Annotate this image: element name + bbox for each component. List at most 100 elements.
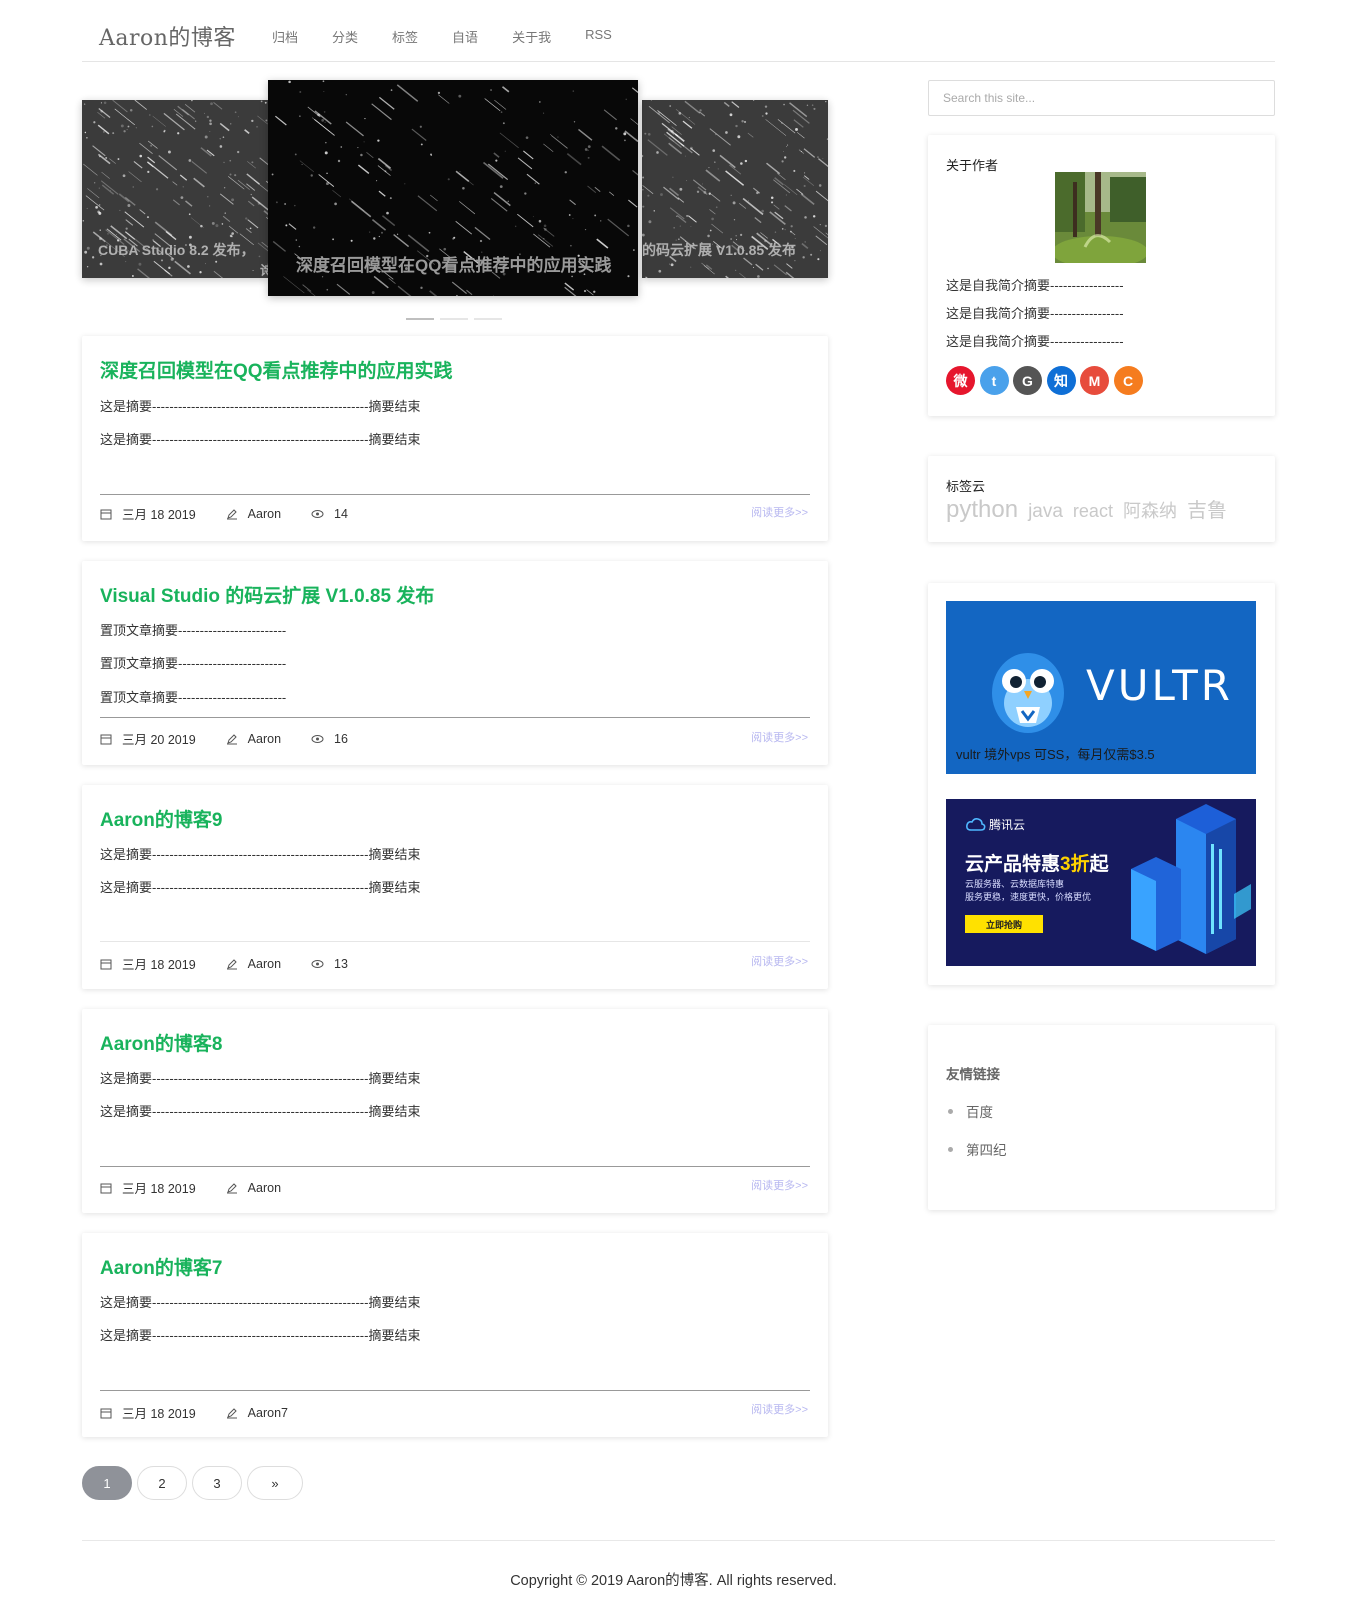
headline-suffix: 起 (1089, 854, 1109, 875)
post-title[interactable]: Visual Studio 的码云扩展 V1.0.85 发布 (100, 581, 434, 608)
author-bio-line: 这是自我简介摘要----------------- (946, 306, 1124, 321)
carousel-slide-next[interactable]: 的码云扩展 V1.0.85 发布 (642, 100, 828, 278)
carousel-dot[interactable] (440, 318, 468, 320)
tag-arsenal[interactable]: 阿森纳 (1123, 497, 1177, 523)
post-author[interactable]: Aaron (248, 507, 281, 521)
tag-python[interactable]: python (946, 496, 1018, 524)
divider (100, 494, 810, 495)
carousel-slide-active[interactable]: 深度召回模型在QQ看点推荐中的应用实践 (268, 80, 638, 296)
friend-link-quaternary[interactable]: 第四纪 (948, 1139, 1007, 1159)
site-brand[interactable]: Aaron的博客 (99, 20, 236, 52)
next-page-button[interactable]: » (247, 1466, 303, 1500)
post-author[interactable]: Aaron (248, 732, 281, 746)
main-nav: 归档 分类 标签 自语 关于我 RSS (272, 27, 646, 46)
headline-highlight: 3折 (1060, 854, 1090, 875)
page-button-2[interactable]: 2 (137, 1466, 187, 1500)
read-more-link[interactable]: 阅读更多>> (751, 1401, 808, 1417)
tag-cloud-widget: 标签云 python java react 阿森纳 吉鲁 (928, 456, 1275, 542)
page-button-3[interactable]: 3 (192, 1466, 242, 1500)
post-excerpt-line: 这是摘要------------------------------------… (100, 1295, 421, 1310)
post-author[interactable]: Aaron7 (248, 1406, 288, 1420)
author-avatar (1055, 172, 1146, 263)
eye-icon (311, 509, 324, 518)
author-bio-line: 这是自我简介摘要----------------- (946, 278, 1124, 293)
tencent-cloud-ad-banner[interactable]: 腾讯云 云产品特惠3折起 云服务器、云数据库特惠 服务更稳，速度更快，价格更优 … (946, 799, 1256, 966)
slide-caption: CUBA Studio 8.2 发布， (98, 242, 255, 258)
vultr-mascot-icon (992, 653, 1064, 733)
post-excerpt-line: 这是摘要------------------------------------… (100, 1104, 421, 1119)
csdn-icon[interactable]: C (1113, 366, 1143, 395)
vultr-ad-banner[interactable]: VULTR vultr 境外vps 可SS，每月仅需$3.5 (946, 601, 1256, 774)
post-excerpt-line: 置顶文章摘要------------------------- (100, 656, 287, 671)
post-title[interactable]: Aaron的博客7 (100, 1253, 222, 1280)
post-date: 三月 20 2019 (122, 733, 196, 747)
tag-react[interactable]: react (1073, 501, 1113, 522)
carousel-indicators (406, 318, 508, 320)
divider (100, 1390, 810, 1391)
nav-categories[interactable]: 分类 (332, 27, 358, 46)
calendar-icon (100, 959, 112, 969)
read-more-link[interactable]: 阅读更多>> (751, 1177, 808, 1193)
post-excerpt-line: 这是摘要------------------------------------… (100, 399, 421, 414)
nav-archive[interactable]: 归档 (272, 27, 298, 46)
tag-cloud: python java react 阿森纳 吉鲁 (946, 494, 1237, 524)
vultr-logo-text: VULTR (1086, 661, 1233, 710)
post-card: Aaron的博客7 这是摘要--------------------------… (82, 1233, 828, 1437)
post-title[interactable]: Aaron的博客8 (100, 1029, 222, 1056)
post-author[interactable]: Aaron (248, 1181, 281, 1195)
author-bio-line: 这是自我简介摘要----------------- (946, 334, 1124, 349)
tencent-ad-cta-button[interactable]: 立即抢购 (965, 915, 1043, 933)
gmail-icon[interactable]: M (1080, 366, 1109, 395)
nav-rss[interactable]: RSS (585, 27, 612, 46)
post-views: 13 (334, 956, 348, 971)
weibo-icon[interactable]: 微 (946, 366, 975, 395)
post-title[interactable]: 深度召回模型在QQ看点推荐中的应用实践 (100, 356, 453, 383)
pagination: 1 2 3 » (82, 1466, 308, 1500)
eye-icon (311, 959, 324, 968)
footer-divider (82, 1540, 1275, 1541)
widget-title: 标签云 (946, 479, 986, 494)
tag-giroud[interactable]: 吉鲁 (1187, 494, 1227, 523)
post-author[interactable]: Aaron (248, 957, 281, 971)
calendar-icon (100, 734, 112, 744)
widget-title: 友情链接 (946, 1067, 1000, 1082)
post-title[interactable]: Aaron的博客9 (100, 805, 222, 832)
twitter-icon[interactable]: t (979, 366, 1009, 395)
post-excerpt-line: 这是摘要------------------------------------… (100, 847, 421, 862)
tencent-cloud-logo: 腾讯云 (966, 816, 1025, 833)
post-views: 16 (334, 731, 348, 746)
post-meta: 三月 18 2019 Aaron 14 (100, 504, 378, 523)
carousel-slide-prev[interactable]: CUBA Studio 8.2 发布， 诗 (82, 100, 268, 278)
search-input[interactable] (928, 80, 1275, 116)
calendar-icon (100, 1408, 112, 1418)
slide-caption: 的码云扩展 V1.0.85 发布 (642, 242, 797, 258)
calendar-icon (100, 1183, 112, 1193)
post-date: 三月 18 2019 (122, 508, 196, 522)
pencil-icon (226, 508, 237, 519)
carousel-dot[interactable] (474, 318, 502, 320)
post-date: 三月 18 2019 (122, 1407, 196, 1421)
zhihu-icon[interactable]: 知 (1046, 366, 1076, 395)
divider (100, 717, 810, 718)
github-icon[interactable]: G (1013, 366, 1042, 395)
tag-java[interactable]: java (1028, 501, 1063, 523)
read-more-link[interactable]: 阅读更多>> (751, 953, 808, 969)
post-card: Visual Studio 的码云扩展 V1.0.85 发布 置顶文章摘要---… (82, 561, 828, 765)
post-meta: 三月 20 2019 Aaron 16 (100, 729, 378, 748)
read-more-link[interactable]: 阅读更多>> (751, 729, 808, 745)
divider (100, 941, 810, 942)
friend-link-baidu[interactable]: 百度 (948, 1101, 993, 1121)
carousel-dot[interactable] (406, 318, 434, 320)
tencent-ad-line: 服务更稳，速度更快，价格更优 (965, 892, 1092, 902)
read-more-link[interactable]: 阅读更多>> (751, 504, 808, 520)
page-button-1[interactable]: 1 (82, 1466, 132, 1500)
nav-about[interactable]: 关于我 (512, 27, 551, 46)
post-excerpt-line: 这是摘要------------------------------------… (100, 1071, 421, 1086)
nav-murmur[interactable]: 自语 (452, 27, 478, 46)
divider (100, 1166, 810, 1167)
slide-caption: 深度召回模型在QQ看点推荐中的应用实践 (296, 256, 612, 275)
nav-tags[interactable]: 标签 (392, 27, 418, 46)
about-author-widget: 关于作者 这是自我简介摘要----------------- 这是自我简介摘要-… (928, 135, 1275, 416)
post-date: 三月 18 2019 (122, 1182, 196, 1196)
post-card: Aaron的博客8 这是摘要--------------------------… (82, 1009, 828, 1213)
